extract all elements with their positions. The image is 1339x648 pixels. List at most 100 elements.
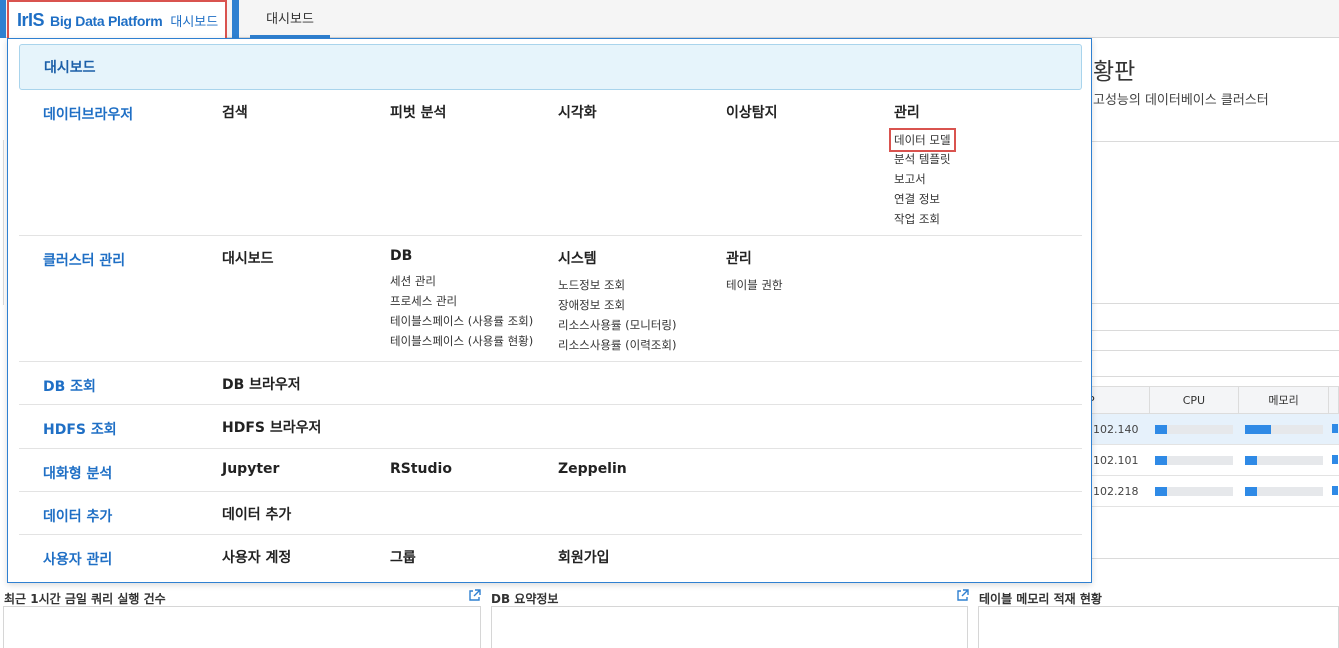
- menu-column-head[interactable]: 관리: [726, 248, 783, 268]
- menu-subitem[interactable]: 테이블스페이스 (사용률 조회): [390, 311, 533, 331]
- table-row[interactable]: .102.101: [1083, 444, 1339, 476]
- brand-name: Big Data Platform: [50, 12, 163, 29]
- menu-column: 그룹: [390, 547, 416, 567]
- menu-column-head[interactable]: 그룹: [390, 547, 416, 567]
- menu-column-head[interactable]: 검색: [222, 102, 248, 122]
- col-header-extra: [1327, 386, 1339, 414]
- panel-query-count: [3, 606, 481, 648]
- divider: [1083, 330, 1339, 331]
- menu-subitem[interactable]: 장애정보 조회: [558, 295, 625, 315]
- menu-column-head[interactable]: HDFS 브라우저: [222, 417, 321, 437]
- menu-section-title[interactable]: HDFS 조회: [43, 419, 117, 439]
- cpu-usage-bar: [1155, 456, 1234, 465]
- menu-subitem[interactable]: 보고서: [894, 169, 926, 189]
- node-resource-table: P CPU 메모리 .102.140.102.101.102.218: [1083, 386, 1339, 507]
- menu-column: Jupyter: [222, 461, 279, 477]
- menu-column: 관리데이터 모델 분석 템플릿 보고서 연결 정보 작업 조회: [889, 102, 956, 229]
- col-header-cpu: CPU: [1148, 386, 1240, 414]
- menu-section-title[interactable]: 대화형 분석: [43, 463, 112, 483]
- menu-subitem[interactable]: 테이블 권한: [726, 275, 783, 295]
- cell-cpu-bar: [1149, 413, 1239, 445]
- menu-column-head[interactable]: DB: [390, 248, 533, 264]
- divider: [1083, 558, 1339, 559]
- table-row[interactable]: .102.218: [1083, 475, 1339, 507]
- menu-column-head[interactable]: 회원가입: [558, 547, 610, 567]
- menu-column-head[interactable]: 관리: [894, 102, 956, 122]
- brand-logo: IrIS: [17, 10, 45, 30]
- table-row[interactable]: .102.140: [1083, 413, 1339, 445]
- menu-sublist: 노드정보 조회 장애정보 조회 리소스사용률 (모니터링) 리소스사용률 (이력조회): [558, 274, 676, 354]
- usage-bar-fill: [1155, 425, 1168, 434]
- usage-bar-fill: [1244, 425, 1271, 434]
- menu-section: DB 조회 DB 브라우저: [19, 362, 1082, 405]
- cpu-usage-bar: [1155, 487, 1234, 496]
- menu-column: 사용자 계정: [222, 547, 291, 567]
- menu-subitem[interactable]: 분석 템플릿: [894, 149, 951, 169]
- divider: [1083, 350, 1339, 351]
- cell-extra: [1328, 413, 1339, 445]
- menu-column: 관리테이블 권한: [726, 248, 783, 294]
- menu-column-head[interactable]: 시스템: [558, 248, 676, 268]
- menu-column-head[interactable]: 시각화: [558, 102, 597, 122]
- menu-column-head[interactable]: 이상탐지: [726, 102, 778, 122]
- menu-subitem[interactable]: 연결 정보: [894, 189, 940, 209]
- menu-column-head[interactable]: Jupyter: [222, 461, 279, 477]
- menu-section-title[interactable]: 클러스터 관리: [43, 250, 125, 270]
- dashboard-title: 황판: [1093, 59, 1136, 85]
- divider: [3, 140, 4, 305]
- menu-subitem[interactable]: 프로세스 관리: [390, 291, 457, 311]
- menu-column-head[interactable]: Zeppelin: [558, 461, 627, 477]
- menu-column: 검색: [222, 102, 248, 122]
- menu-column-head[interactable]: RStudio: [390, 461, 452, 477]
- navigation-mega-menu: 대시보드 데이터브라우저 검색 피벗 분석 시각화 이상탐지 관리 데이터 모델 분석 템플릿…: [7, 38, 1092, 583]
- menu-section-title[interactable]: 데이터 추가: [43, 506, 112, 526]
- brand-menu-toggle[interactable]: IrIS Big Data Platform 대시보드: [7, 0, 227, 41]
- usage-bar-fill: [1155, 456, 1168, 465]
- menu-section: 대화형 분석 Jupyter RStudio Zeppelin: [19, 449, 1082, 492]
- menu-column-head[interactable]: 피벗 분석: [390, 102, 446, 122]
- menu-subitem[interactable]: 작업 조회: [894, 209, 940, 229]
- external-link-icon[interactable]: [468, 589, 481, 602]
- tab-divider: [232, 0, 239, 38]
- menu-subitem[interactable]: 테이블스페이스 (사용률 현황): [390, 331, 533, 351]
- menu-sublist: 데이터 모델 분석 템플릿 보고서 연결 정보 작업 조회: [889, 128, 956, 229]
- panel-table-memory: [978, 606, 1339, 648]
- cell-ip: .102.140: [1083, 413, 1150, 445]
- menu-subitem[interactable]: 리소스사용률 (모니터링): [558, 315, 676, 335]
- memory-usage-bar: [1244, 425, 1323, 434]
- col-header-memory: 메모리: [1238, 386, 1329, 414]
- menu-sublist: 테이블 권한: [726, 274, 783, 294]
- menu-column-head[interactable]: DB 브라우저: [222, 374, 301, 394]
- cell-extra: [1328, 444, 1339, 476]
- cell-cpu-bar: [1149, 475, 1239, 507]
- menu-section: HDFS 조회 HDFS 브라우저: [19, 405, 1082, 449]
- usage-bar-fill: [1155, 487, 1168, 496]
- menu-subitem[interactable]: 리소스사용률 (이력조회): [558, 335, 676, 355]
- menu-column: Zeppelin: [558, 461, 627, 477]
- menu-column: 대시보드: [222, 248, 274, 268]
- menu-subitem[interactable]: 노드정보 조회: [558, 275, 625, 295]
- panel-title-table-memory: 테이블 메모리 적재 현황: [979, 592, 1102, 606]
- cell-ip: .102.218: [1083, 475, 1150, 507]
- cpu-usage-bar: [1155, 425, 1234, 434]
- menu-section-title[interactable]: 데이터브라우저: [43, 104, 133, 124]
- external-link-icon[interactable]: [956, 589, 969, 602]
- memory-usage-bar: [1244, 487, 1323, 496]
- divider: [1083, 141, 1339, 142]
- menu-column-head[interactable]: 대시보드: [222, 248, 274, 268]
- menu-column: 데이터 추가: [222, 504, 291, 524]
- panel-title-db-summary: DB 요약정보: [491, 592, 559, 606]
- menu-section: 데이터 추가 데이터 추가: [19, 492, 1082, 535]
- tab-dashboard[interactable]: 대시보드: [250, 0, 330, 38]
- menu-item-dashboard[interactable]: 대시보드: [19, 44, 1082, 90]
- menu-section: 데이터브라우저 검색 피벗 분석 시각화 이상탐지 관리데이터 모델 분석 템플릿 보고서 연결…: [19, 90, 1082, 236]
- menu-column-head[interactable]: 사용자 계정: [222, 547, 291, 567]
- menu-section-title[interactable]: 사용자 관리: [43, 549, 112, 569]
- menu-column: 이상탐지: [726, 102, 778, 122]
- menu-section-title[interactable]: DB 조회: [43, 376, 96, 396]
- menu-subitem[interactable]: 세션 관리: [390, 271, 436, 291]
- usage-bar-fill: [1244, 456, 1257, 465]
- menu-sublist: 세션 관리 프로세스 관리 테이블스페이스 (사용률 조회) 테이블스페이스 (사용률…: [390, 270, 533, 350]
- panel-title-query-count: 최근 1시간 금일 쿼리 실행 건수: [4, 592, 166, 606]
- menu-column-head[interactable]: 데이터 추가: [222, 504, 291, 524]
